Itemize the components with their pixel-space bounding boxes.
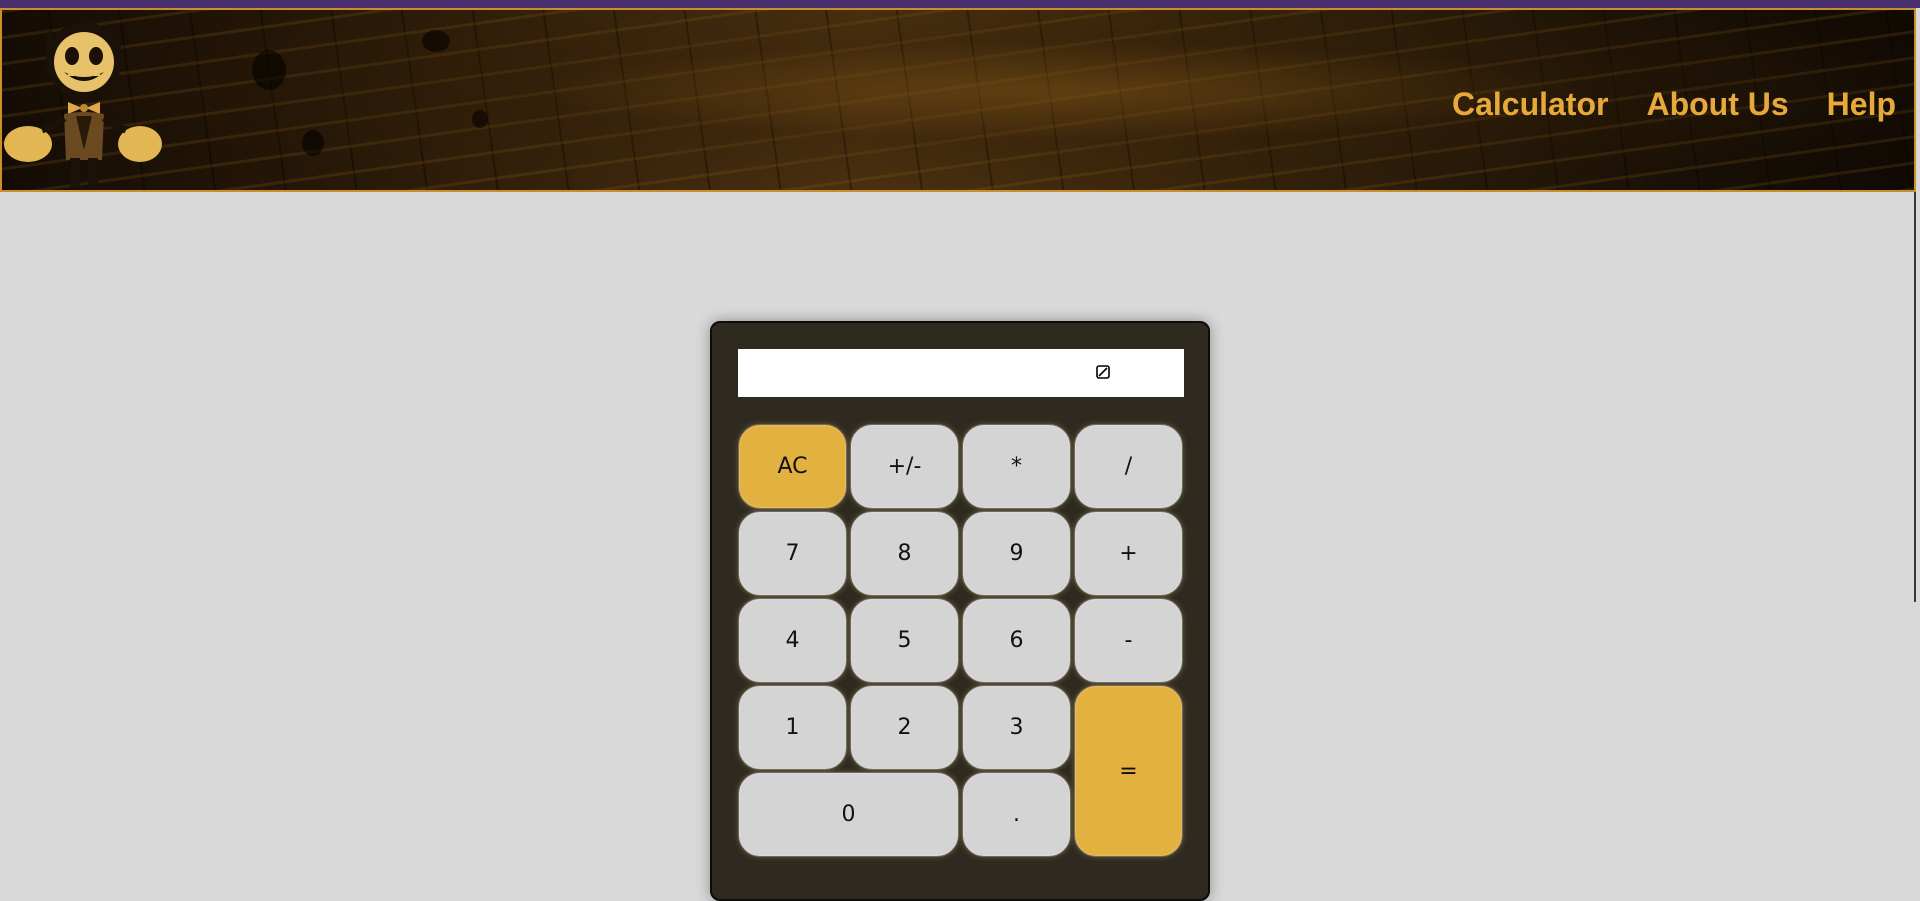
digit-1-button[interactable]: 1	[738, 685, 847, 770]
keypad: AC +/- * / 7 8 9 + 4 5 6 - 1 2 3 = 0 .	[738, 424, 1184, 857]
top-accent-bar	[0, 0, 1920, 8]
digit-6-button[interactable]: 6	[962, 598, 1071, 683]
decimal-button[interactable]: .	[962, 772, 1071, 857]
digit-2-button[interactable]: 2	[850, 685, 959, 770]
calculator-display[interactable]	[738, 349, 1184, 397]
ac-button[interactable]: AC	[738, 424, 847, 509]
ink-splatter	[302, 130, 324, 156]
calculator: AC +/- * / 7 8 9 + 4 5 6 - 1 2 3 = 0 .	[710, 321, 1210, 901]
multiply-button[interactable]: *	[962, 424, 1071, 509]
digit-0-button[interactable]: 0	[738, 772, 959, 857]
main-nav: Calculator About Us Help	[1452, 86, 1896, 123]
digit-4-button[interactable]: 4	[738, 598, 847, 683]
ink-splatter	[252, 50, 286, 90]
clear-input-icon[interactable]	[1096, 365, 1110, 379]
ink-splatter	[422, 30, 450, 52]
nav-link-about-us[interactable]: About Us	[1646, 86, 1788, 123]
equals-button[interactable]: =	[1074, 685, 1183, 857]
ink-splatter	[472, 110, 488, 128]
minus-button[interactable]: -	[1074, 598, 1183, 683]
digit-9-button[interactable]: 9	[962, 511, 1071, 596]
nav-link-help[interactable]: Help	[1827, 86, 1896, 123]
bendy-logo-icon[interactable]	[2, 20, 162, 190]
plus-button[interactable]: +	[1074, 511, 1183, 596]
divide-button[interactable]: /	[1074, 424, 1183, 509]
digit-5-button[interactable]: 5	[850, 598, 959, 683]
digit-8-button[interactable]: 8	[850, 511, 959, 596]
digit-3-button[interactable]: 3	[962, 685, 1071, 770]
negate-button[interactable]: +/-	[850, 424, 959, 509]
digit-7-button[interactable]: 7	[738, 511, 847, 596]
page-scrollbar[interactable]	[1914, 192, 1916, 602]
site-header: Calculator About Us Help	[0, 8, 1916, 192]
nav-link-calculator[interactable]: Calculator	[1452, 86, 1608, 123]
